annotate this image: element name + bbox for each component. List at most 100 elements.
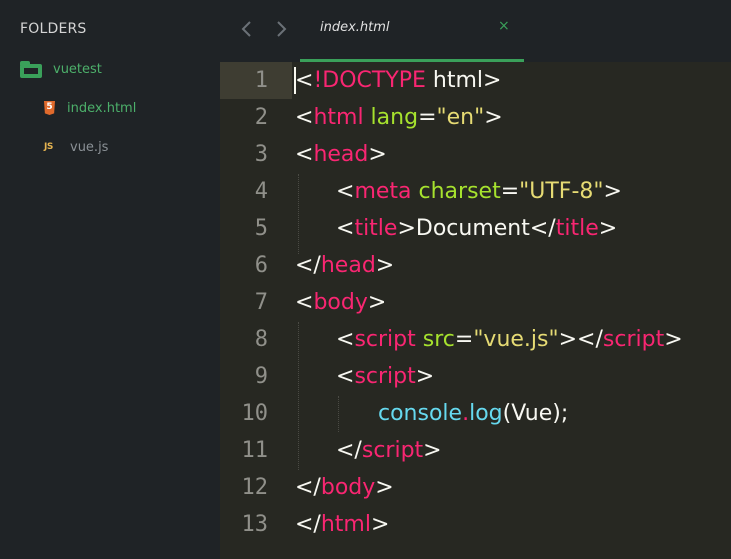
- line-number: 7: [254, 290, 268, 315]
- line-number: 10: [241, 401, 269, 426]
- sidebar: FOLDERS vuetest 5 index.html JS vue.js: [0, 0, 220, 559]
- code-token: ></: [558, 327, 603, 352]
- code-token: "UTF-8": [519, 179, 604, 204]
- code-token: charset: [411, 179, 501, 204]
- tab-index-html[interactable]: index.html ×: [300, 0, 524, 62]
- code-token: !DOCTYPE: [313, 68, 426, 93]
- chevron-left-icon[interactable]: [239, 19, 255, 39]
- code-token: html: [313, 105, 364, 130]
- line-number: 12: [241, 475, 269, 500]
- code-token: body: [320, 475, 376, 500]
- chevron-right-icon[interactable]: [273, 19, 289, 39]
- code-token: =: [454, 327, 474, 352]
- code-line-11: </script>: [336, 432, 442, 469]
- code-line-9: <script>: [336, 358, 434, 395]
- line-number: 6: [254, 253, 268, 278]
- code-token: </: [295, 475, 321, 500]
- code-line-1: <!DOCTYPE html>: [295, 62, 501, 99]
- code-token: <: [336, 364, 355, 389]
- code-line-4: <meta charset="UTF-8">: [336, 173, 622, 210]
- code-token: =: [418, 105, 437, 130]
- code-token: title: [354, 216, 398, 241]
- code-line-7: <body>: [295, 284, 386, 321]
- indent-guide: [338, 396, 340, 432]
- code-token: script: [602, 327, 665, 352]
- folder-icon: [20, 60, 42, 78]
- code-token: <: [336, 216, 355, 241]
- code-token: >: [370, 512, 390, 537]
- code-line-6: </head>: [295, 247, 394, 284]
- folder-vuetest[interactable]: vuetest: [20, 60, 102, 78]
- code-token: script: [361, 438, 424, 463]
- code-token: <: [295, 68, 314, 93]
- code-token: html: [425, 68, 484, 93]
- folders-title: FOLDERS: [20, 21, 87, 37]
- file-vue-js[interactable]: JS vue.js: [44, 138, 108, 156]
- code-line-12: </body>: [295, 469, 394, 506]
- code-token: =: [500, 179, 520, 204]
- code-token: Document: [415, 216, 530, 241]
- code-token: (Vue);: [502, 401, 569, 426]
- line-number: 5: [254, 216, 268, 241]
- code-token: src: [415, 327, 455, 352]
- code-token: console: [378, 401, 463, 426]
- tab-bar: index.html ×: [220, 0, 731, 62]
- code-token: >: [603, 179, 622, 204]
- code-token: </: [529, 216, 556, 241]
- code-token: <: [295, 105, 314, 130]
- indent-guide: [298, 322, 300, 470]
- indent-guide: [298, 174, 300, 254]
- code-token: log: [469, 401, 503, 426]
- code-token: </: [336, 438, 362, 463]
- code-token: body: [313, 290, 368, 315]
- file-label: index.html: [67, 100, 137, 116]
- line-number: 3: [254, 142, 268, 167]
- code-token: </: [295, 253, 321, 278]
- code-token: html: [320, 512, 371, 537]
- tab-label: index.html: [320, 20, 390, 35]
- code-token: >: [397, 216, 416, 241]
- html5-icon: 5: [44, 101, 55, 115]
- line-number: 4: [254, 179, 268, 204]
- line-number: 2: [254, 105, 268, 130]
- code-token: </: [295, 512, 321, 537]
- file-index-html[interactable]: 5 index.html: [44, 99, 136, 117]
- code-token: >: [423, 438, 442, 463]
- js-icon: JS: [44, 142, 53, 152]
- code-token: meta: [354, 179, 412, 204]
- code-token: >: [598, 216, 618, 241]
- code-line-10: console.log(Vue);: [378, 395, 568, 432]
- close-icon[interactable]: ×: [498, 18, 510, 34]
- code-token: head: [320, 253, 376, 278]
- code-token: head: [313, 142, 369, 167]
- code-token: >: [484, 105, 503, 130]
- code-token: "en": [436, 105, 485, 130]
- line-number: 13: [241, 512, 269, 537]
- code-token: <: [336, 179, 355, 204]
- code-token: lang: [363, 105, 419, 130]
- code-token: <: [295, 142, 314, 167]
- code-token: >: [664, 327, 683, 352]
- line-number: 1: [254, 68, 268, 93]
- code-token: script: [354, 327, 416, 352]
- code-token: >: [415, 364, 435, 389]
- line-number: 9: [254, 364, 268, 389]
- line-number: 8: [254, 327, 268, 352]
- code-token: <: [295, 290, 314, 315]
- code-token: <: [336, 327, 355, 352]
- code-token: >: [367, 290, 387, 315]
- code-token: "vue.js": [473, 327, 559, 352]
- code-line-3: <head>: [295, 136, 387, 173]
- line-number: 11: [241, 438, 269, 463]
- folder-label: vuetest: [53, 61, 102, 77]
- code-token: >: [483, 68, 502, 93]
- code-line-5: <title>Document</title>: [336, 210, 617, 247]
- code-token: >: [375, 253, 395, 278]
- code-line-13: </html>: [295, 506, 389, 543]
- code-token: script: [354, 364, 416, 389]
- file-label: vue.js: [70, 139, 109, 155]
- code-line-8: <script src="vue.js"></script>: [336, 321, 683, 358]
- code-editor[interactable]: 1 2 3 4 5 6 7 8 9 10 11 12 13 <!DOCTYPE …: [220, 62, 731, 559]
- code-token: title: [555, 216, 599, 241]
- code-line-2: <html lang="en">: [295, 99, 503, 136]
